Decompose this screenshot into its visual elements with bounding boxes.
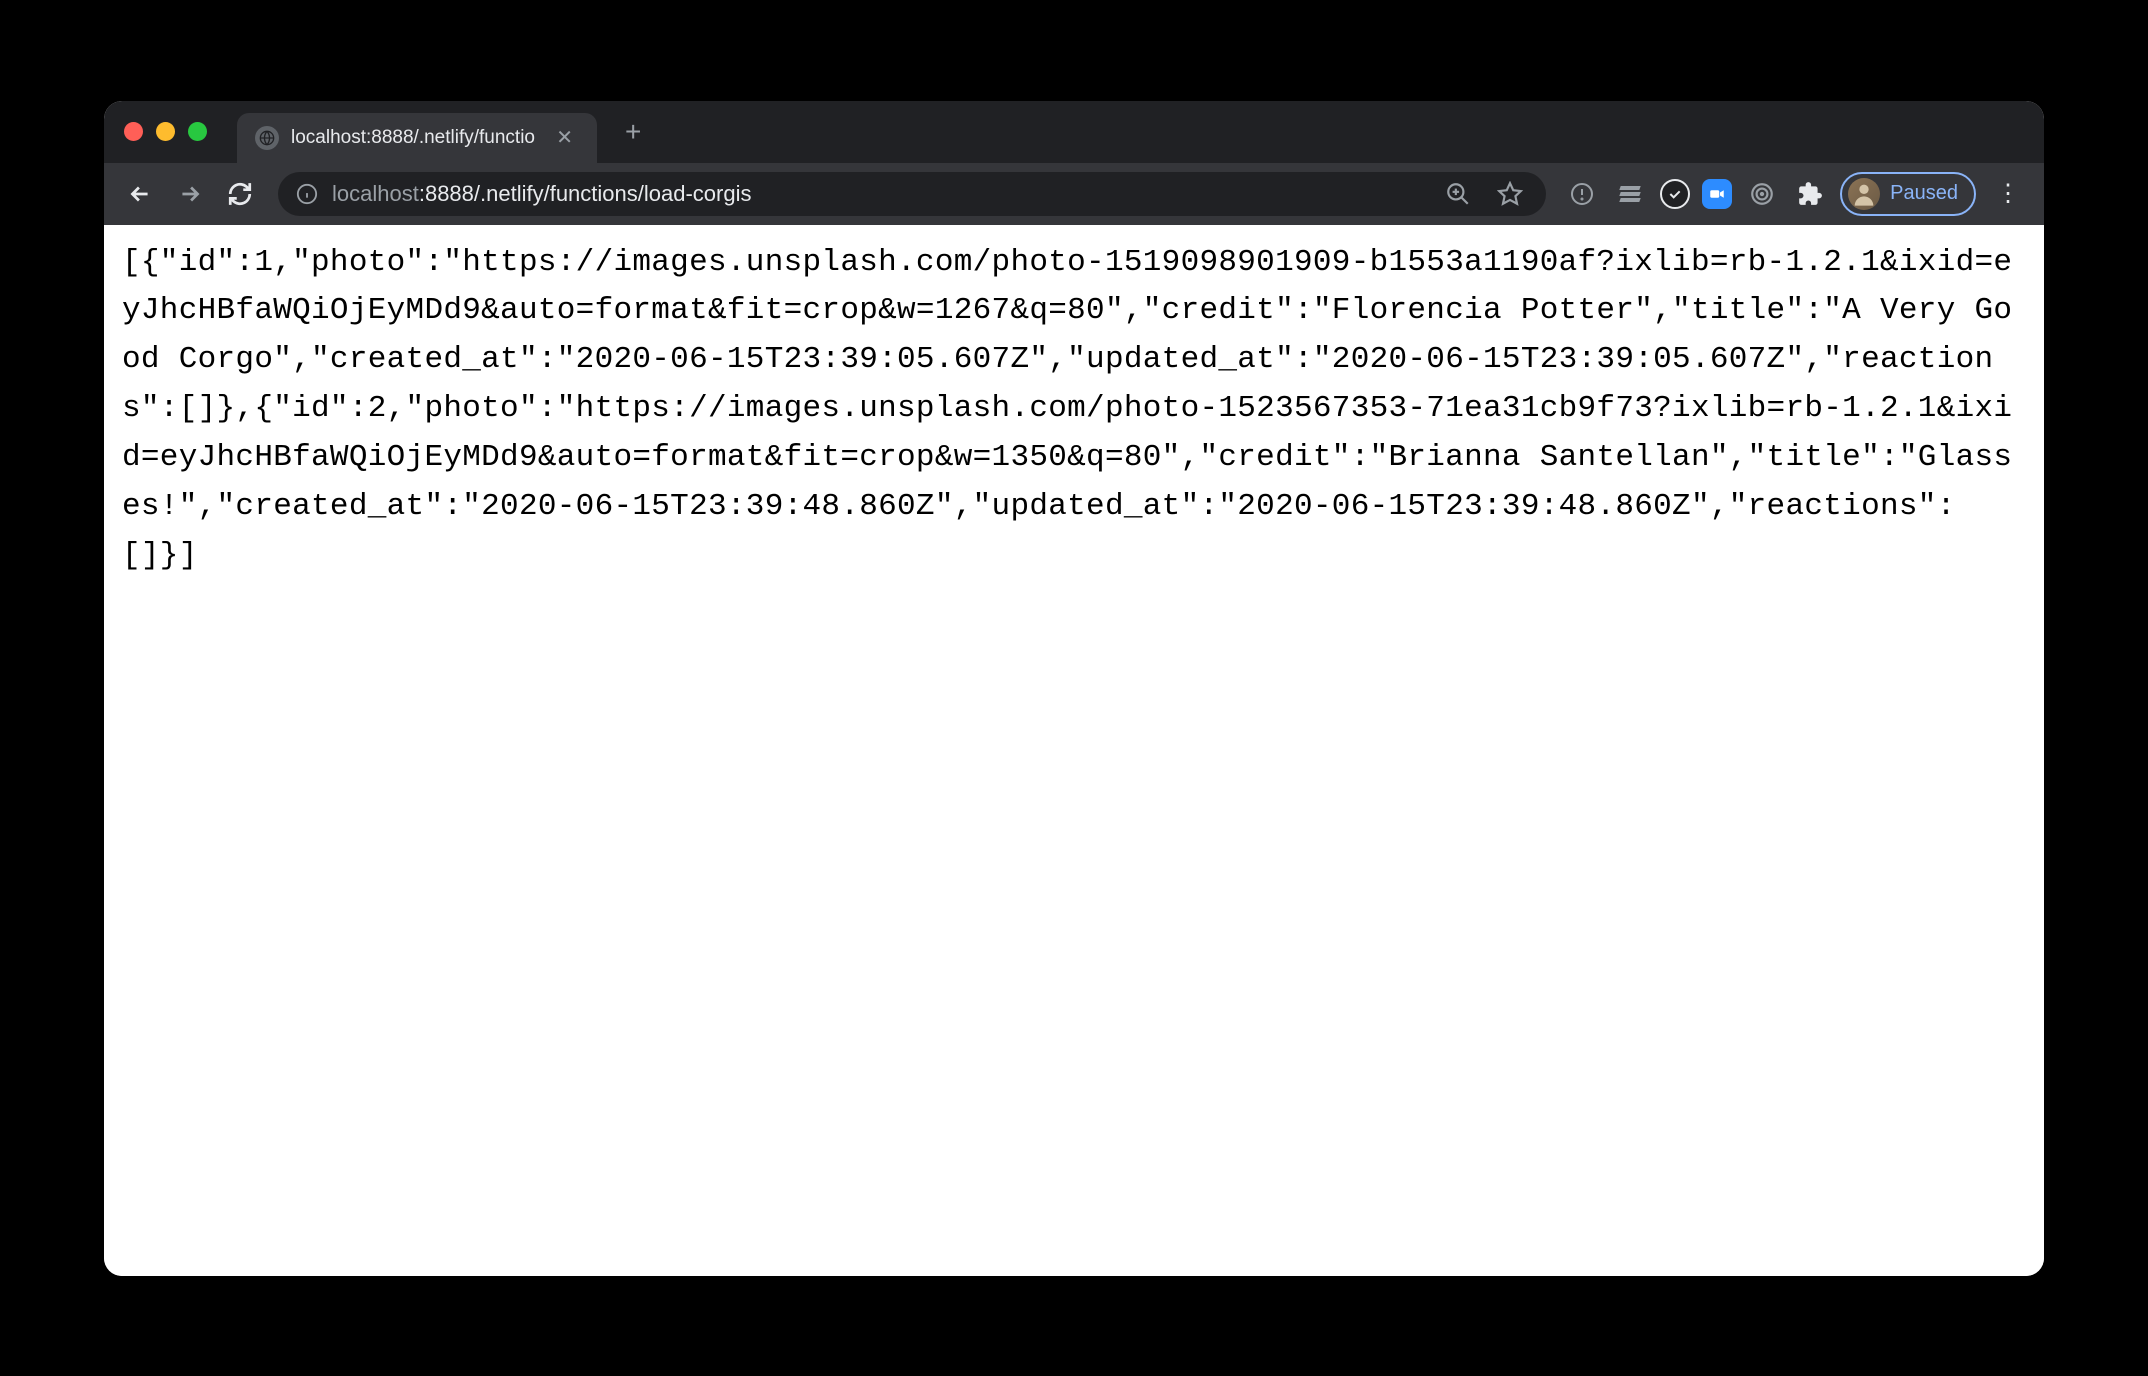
avatar-icon (1848, 178, 1880, 210)
forward-button[interactable] (170, 174, 210, 214)
info-extension-icon[interactable] (1564, 176, 1600, 212)
tab-title: localhost:8888/.netlify/functio (291, 127, 538, 149)
window-controls (124, 122, 207, 141)
back-button[interactable] (120, 174, 160, 214)
globe-icon (255, 126, 279, 150)
profile-label: Paused (1890, 182, 1958, 205)
zoom-icon[interactable] (1440, 176, 1476, 212)
address-bar[interactable]: localhost:8888/.netlify/functions/load-c… (278, 172, 1546, 216)
checkmark-extension-icon[interactable] (1660, 179, 1690, 209)
profile-button[interactable]: Paused (1840, 172, 1976, 216)
url-host: localhost (332, 181, 419, 206)
target-extension-icon[interactable] (1744, 176, 1780, 212)
toolbar-extensions: Paused ⋮ (1564, 172, 2028, 216)
bookmark-icon[interactable] (1492, 176, 1528, 212)
buffer-extension-icon[interactable] (1612, 176, 1648, 212)
browser-window: localhost:8888/.netlify/functio ✕ + loca… (104, 101, 2044, 1276)
json-response-body[interactable]: [{"id":1,"photo":"https://images.unsplas… (122, 239, 2026, 582)
toolbar: localhost:8888/.netlify/functions/load-c… (104, 163, 2044, 225)
page-content: [{"id":1,"photo":"https://images.unsplas… (104, 225, 2044, 1276)
menu-button[interactable]: ⋮ (1988, 179, 2028, 208)
close-tab-button[interactable]: ✕ (550, 123, 579, 152)
close-window-button[interactable] (124, 122, 143, 141)
extensions-icon[interactable] (1792, 176, 1828, 212)
url-text: localhost:8888/.netlify/functions/load-c… (332, 181, 1426, 207)
url-path: :8888/.netlify/functions/load-corgis (419, 181, 752, 206)
minimize-window-button[interactable] (156, 122, 175, 141)
zoom-app-extension-icon[interactable] (1702, 179, 1732, 209)
reload-button[interactable] (220, 174, 260, 214)
browser-tab[interactable]: localhost:8888/.netlify/functio ✕ (237, 113, 597, 163)
site-info-icon[interactable] (296, 183, 318, 205)
maximize-window-button[interactable] (188, 122, 207, 141)
new-tab-button[interactable]: + (615, 116, 651, 148)
titlebar: localhost:8888/.netlify/functio ✕ + (104, 101, 2044, 163)
